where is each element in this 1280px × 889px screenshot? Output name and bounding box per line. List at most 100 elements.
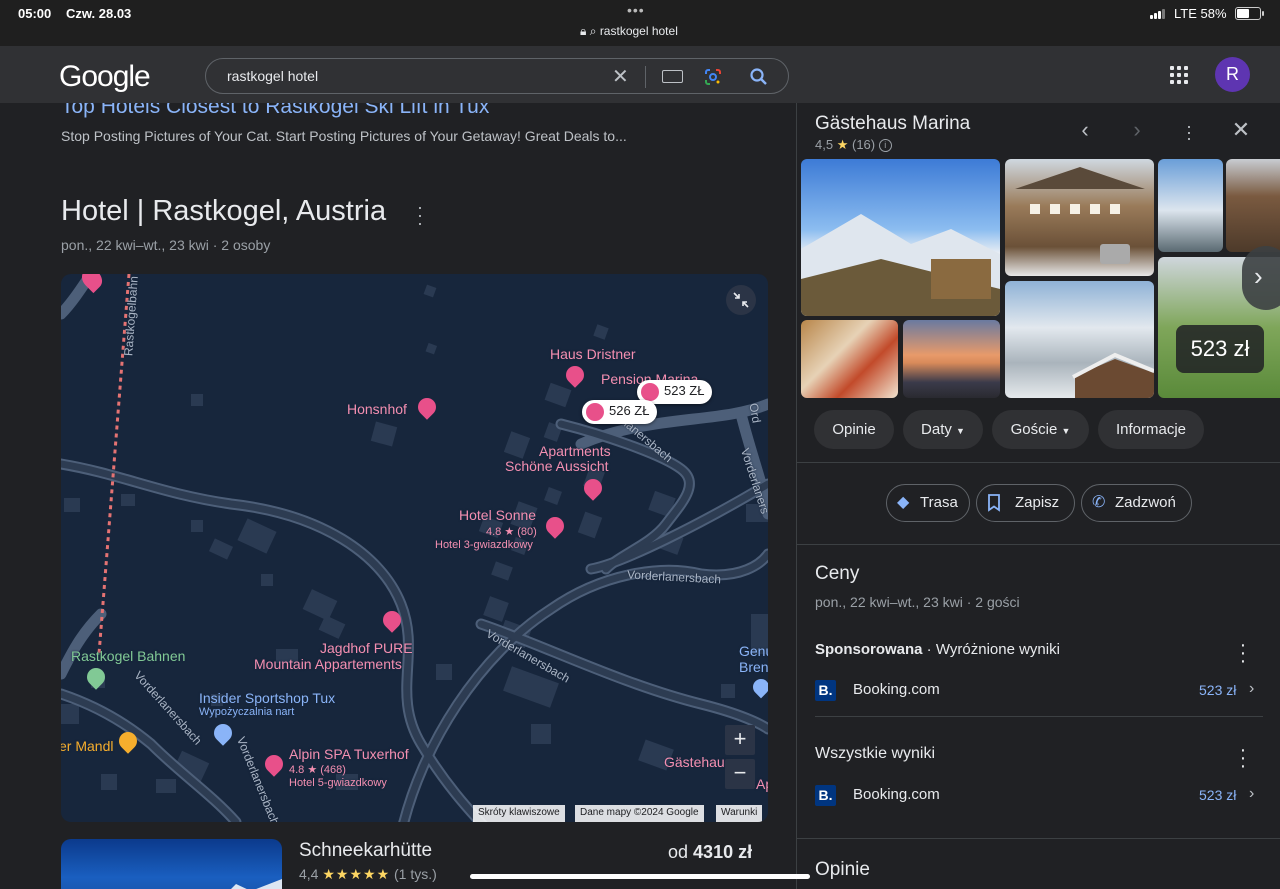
action-label: Trasa xyxy=(920,494,958,511)
google-lens-icon[interactable] xyxy=(704,68,722,86)
map-label[interactable]: Mountain Appartements xyxy=(254,656,402,672)
hotel-bed-icon xyxy=(641,383,659,401)
hotel-photo[interactable] xyxy=(1226,159,1280,252)
search-input[interactable]: rastkogel hotel xyxy=(227,68,318,84)
price-prefix: od xyxy=(668,842,689,862)
hotel-photo[interactable] xyxy=(903,320,1000,398)
map-data-attribution: Dane mapy ©2024 Google xyxy=(575,805,704,822)
map-label: Hotel 3-gwiazdkowy xyxy=(435,539,533,551)
chip-label: Informacje xyxy=(1115,421,1187,438)
keyboard-icon[interactable] xyxy=(662,70,683,83)
info-icon[interactable]: i xyxy=(878,139,892,153)
hotel-card-rating: 4,4 ★★★★★ (1 tys.) xyxy=(299,866,437,883)
more-vert-icon[interactable]: · · · xyxy=(1233,740,1253,776)
hotel-card-image[interactable] xyxy=(61,839,282,889)
phone-icon: ✆ xyxy=(1092,494,1106,511)
featured-label: Wyróżnione wyniki xyxy=(935,641,1060,658)
panel-title: Gästehaus Marina xyxy=(815,113,971,134)
keyboard-shortcuts-link[interactable]: Skróty klawiszowe xyxy=(473,805,565,822)
terms-link[interactable]: Warunki xyxy=(716,805,763,822)
provider-price[interactable]: 523 zł xyxy=(1199,787,1236,803)
more-options-icon[interactable]: · · · xyxy=(413,198,427,232)
provider-price[interactable]: 523 zł xyxy=(1199,682,1236,698)
hotel-photo[interactable] xyxy=(1158,159,1223,252)
search-box[interactable]: rastkogel hotel ✕ xyxy=(205,58,789,94)
chip-dates[interactable]: Daty ▼ xyxy=(903,410,983,449)
status-bar: 05:00 Czw. 28.03 ••• 🔒︎ ⌕ rastkogel hote… xyxy=(0,0,1280,46)
google-logo[interactable]: Google xyxy=(59,60,151,94)
hotel-photo xyxy=(231,879,282,889)
previous-icon[interactable]: ‹ xyxy=(1073,117,1097,143)
prices-dates: pon., 22 kwi–wt., 23 kwi · 2 gości xyxy=(815,594,1020,610)
ad-title-link[interactable]: Top Hotels Closest to Rastkogel Ski Lift… xyxy=(61,103,489,119)
map-label[interactable]: Gästehaus xyxy=(664,754,732,770)
hotel-photo[interactable] xyxy=(801,320,898,398)
map-label[interactable]: Apartments xyxy=(539,443,611,459)
rating-stars-icon: ★★★★★ xyxy=(322,866,391,882)
hotel-photo[interactable] xyxy=(801,159,1000,316)
map-label[interactable]: Bren xyxy=(739,659,768,675)
call-button[interactable]: ✆ Zadzwoń xyxy=(1081,484,1192,522)
zoom-out-button[interactable]: − xyxy=(725,759,755,789)
price-chip[interactable]: 526 ZŁ xyxy=(582,400,658,424)
map-label[interactable]: Haus Dristner xyxy=(550,346,636,362)
review-count: (1 tys.) xyxy=(394,866,437,882)
map-label[interactable]: Insider Sportshop Tux xyxy=(199,690,335,706)
review-count[interactable]: (16) xyxy=(852,137,875,152)
chip-info[interactable]: Informacje xyxy=(1098,410,1204,449)
address-search-icon: ⌕ xyxy=(589,24,597,38)
apps-grid-icon[interactable] xyxy=(1170,66,1190,86)
save-button[interactable]: Zapisz xyxy=(976,484,1075,522)
clear-icon[interactable]: ✕ xyxy=(612,64,629,89)
hotels-title: Hotel | Rastkogel, Austria xyxy=(61,195,387,227)
action-label: Zapisz xyxy=(1015,494,1060,511)
chip-guests[interactable]: Goście ▼ xyxy=(992,410,1089,449)
map-label[interactable]: Jagdhof PURE xyxy=(320,640,413,656)
directions-icon: ◆ xyxy=(897,494,910,511)
price-chip-label: 526 ZŁ xyxy=(609,403,650,418)
map-label[interactable]: Genu xyxy=(739,643,768,659)
more-vert-icon[interactable]: · · · xyxy=(1177,117,1201,147)
collapse-map-icon[interactable] xyxy=(726,285,756,315)
hotels-map[interactable]: Haus Dristner Pension Marina Honsnhof Ap… xyxy=(61,274,768,822)
search-icon[interactable] xyxy=(749,67,769,87)
more-vert-icon[interactable]: · · · xyxy=(1233,635,1253,671)
next-icon[interactable]: › xyxy=(1125,117,1149,143)
chip-reviews[interactable]: Opinie xyxy=(814,410,894,449)
map-label: 4.8 ★ (80) xyxy=(486,526,537,538)
hotel-card-name[interactable]: Schneekarhütte xyxy=(299,840,432,862)
signal-icon xyxy=(1150,9,1168,19)
home-indicator[interactable] xyxy=(470,874,810,879)
directions-button[interactable]: ◆ Trasa xyxy=(886,484,970,522)
battery-icon xyxy=(1235,7,1264,20)
zoom-in-button[interactable]: + xyxy=(725,725,755,755)
address-text: rastkogel hotel xyxy=(599,24,678,38)
photo-price-badge: 523 zł xyxy=(1176,325,1264,373)
map-label[interactable]: Hotel Sonne xyxy=(459,507,536,523)
chevron-right-icon[interactable]: › xyxy=(1249,785,1254,803)
booking-logo-icon: B. xyxy=(815,785,836,806)
map-label[interactable]: Ap xyxy=(756,776,768,792)
address-bar[interactable]: 🔒︎ ⌕ rastkogel hotel xyxy=(580,24,678,39)
provider-name[interactable]: Booking.com xyxy=(853,786,940,803)
close-icon[interactable]: ✕ xyxy=(1229,117,1253,143)
map-roads xyxy=(61,274,768,822)
map-label[interactable]: Alpin SPA Tuxerhof xyxy=(289,746,409,762)
account-avatar[interactable]: R xyxy=(1215,57,1250,92)
search-header: Google rastkogel hotel ✕ R xyxy=(0,46,1280,103)
map-label[interactable]: er Mandl xyxy=(61,738,113,754)
lock-icon: 🔒︎ xyxy=(580,24,587,38)
map-label[interactable]: Honsnhof xyxy=(347,401,407,417)
multitask-dots-icon[interactable]: ••• xyxy=(627,2,645,18)
provider-name[interactable]: Booking.com xyxy=(853,681,940,698)
photos-next-button[interactable]: › xyxy=(1242,246,1280,310)
bookmark-icon xyxy=(987,485,1001,526)
action-label: Zadzwoń xyxy=(1115,494,1176,511)
map-label[interactable]: Schöne Aussicht xyxy=(505,458,609,474)
map-label[interactable]: Rastkogel Bahnen xyxy=(71,648,185,664)
map-label: Hotel 5-gwiazdkowy xyxy=(289,777,387,789)
hotel-bed-icon xyxy=(586,403,604,421)
hotel-photo[interactable] xyxy=(1005,159,1154,276)
chevron-right-icon[interactable]: › xyxy=(1249,680,1254,698)
hotel-photo[interactable] xyxy=(1005,281,1154,398)
